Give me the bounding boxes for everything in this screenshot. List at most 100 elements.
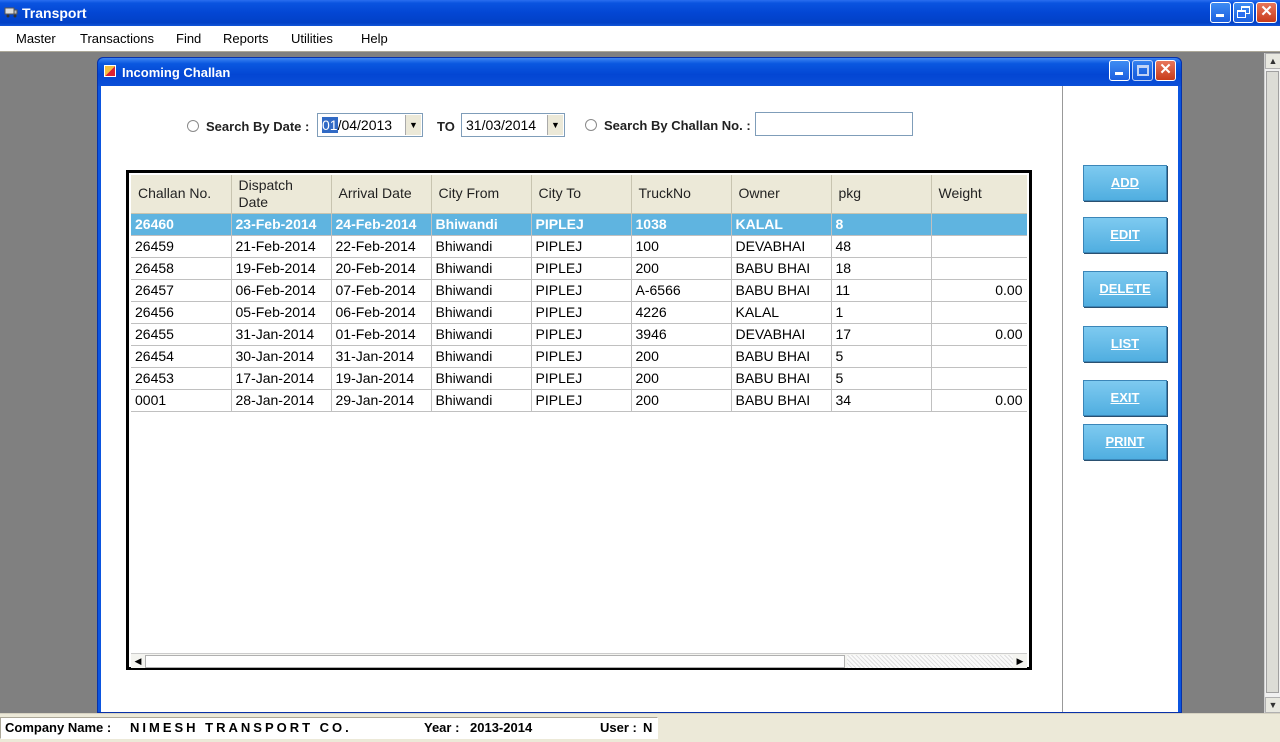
column-header[interactable]: Arrival Date	[331, 175, 432, 214]
window-title: Incoming Challan	[122, 65, 231, 80]
app-caption-buttons: ✕	[1210, 2, 1277, 23]
mdi-vertical-scrollbar[interactable]: ▲ ▼	[1264, 53, 1280, 713]
table-cell: 18	[831, 257, 932, 280]
table-cell: PIPLEJ	[531, 323, 632, 346]
table-row[interactable]: 26458 19-Feb-2014 20-Feb-2014 Bhiwandi PIPLE…	[131, 257, 1027, 280]
table-row[interactable]: 26453 17-Jan-2014 19-Jan-2014 Bhiwandi PIPLE…	[131, 367, 1027, 390]
table-row[interactable]: 26455 31-Jan-2014 01-Feb-2014 Bhiwandi PIPLE…	[131, 323, 1027, 346]
table-cell: 8	[831, 213, 932, 236]
table-cell: Bhiwandi	[431, 301, 532, 324]
table-header-row: Challan No. Dispatch Date Arrival Date C…	[131, 175, 1027, 214]
table-cell: 5	[831, 345, 932, 368]
column-header[interactable]: City To	[531, 175, 632, 214]
column-header[interactable]: Challan No.	[131, 175, 232, 214]
table-row[interactable]: 26457 06-Feb-2014 07-Feb-2014 Bhiwandi PIPLE…	[131, 279, 1027, 302]
table-cell: KALAL	[731, 301, 832, 324]
table-cell: 24-Feb-2014	[331, 213, 432, 236]
column-header[interactable]: Dispatch Date	[231, 175, 332, 214]
table-row[interactable]: 26454 30-Jan-2014 31-Jan-2014 Bhiwandi PIPLE…	[131, 345, 1027, 368]
maximize-icon	[1137, 65, 1149, 76]
table-cell: 1	[831, 301, 932, 324]
scroll-left-icon[interactable]: ◀	[132, 655, 144, 668]
restore-button[interactable]	[1233, 2, 1254, 23]
table-cell: 30-Jan-2014	[231, 345, 332, 368]
table-cell: Bhiwandi	[431, 279, 532, 302]
table-cell: BABU BHAI	[731, 279, 832, 302]
column-header[interactable]: TruckNo	[631, 175, 732, 214]
search-by-date-label: Search By Date :	[206, 119, 310, 134]
incoming-challan-window: Incoming Challan ✕ Search By Date : 01/0…	[97, 57, 1182, 713]
dropdown-arrow-icon[interactable]: ▼	[547, 115, 563, 135]
menu-transactions[interactable]: Transactions	[80, 31, 154, 46]
table-cell: Bhiwandi	[431, 257, 532, 280]
hscroll-track[interactable]	[847, 655, 1013, 668]
menu-reports[interactable]: Reports	[223, 31, 269, 46]
dropdown-arrow-icon[interactable]: ▼	[405, 115, 421, 135]
list-button[interactable]: LIST	[1083, 326, 1167, 362]
edit-button[interactable]: EDIT	[1083, 217, 1167, 253]
to-date-picker[interactable]: 31/03/2014 ▼	[461, 113, 565, 137]
year-value: 2013-2014	[470, 720, 533, 735]
table-cell: PIPLEJ	[531, 257, 632, 280]
table-row[interactable]: 0001 28-Jan-2014 29-Jan-2014 Bhiwandi PIPLEJ…	[131, 389, 1027, 412]
table-cell	[931, 235, 1027, 258]
table-cell: PIPLEJ	[531, 301, 632, 324]
table-cell: Bhiwandi	[431, 389, 532, 412]
column-header[interactable]: Weight	[931, 175, 1027, 214]
table-cell: PIPLEJ	[531, 389, 632, 412]
challan-number-input[interactable]	[755, 112, 913, 136]
table-cell: 4226	[631, 301, 732, 324]
minimize-button[interactable]	[1210, 2, 1231, 23]
table-cell: BABU BHAI	[731, 367, 832, 390]
close-icon: ✕	[1159, 61, 1172, 78]
menu-help[interactable]: Help	[361, 31, 388, 46]
window-close-button[interactable]: ✕	[1155, 60, 1176, 81]
column-header[interactable]: pkg	[831, 175, 932, 214]
print-button[interactable]: PRINT	[1083, 424, 1167, 460]
grid-horizontal-scrollbar[interactable]: ◀ ▶	[131, 653, 1027, 668]
scroll-right-icon[interactable]: ▶	[1014, 655, 1026, 668]
scroll-down-icon[interactable]: ▼	[1265, 697, 1280, 713]
delete-button[interactable]: DELETE	[1083, 271, 1167, 307]
scroll-up-icon[interactable]: ▲	[1265, 53, 1280, 69]
search-by-challan-radio[interactable]	[585, 119, 597, 131]
menu-master[interactable]: Master	[16, 31, 56, 46]
search-by-date-radio[interactable]	[187, 120, 199, 132]
table-cell: 26460	[131, 213, 232, 236]
table-cell: 200	[631, 345, 732, 368]
from-date-picker[interactable]: 01/04/2013 ▼	[317, 113, 423, 137]
table-cell: DEVABHAI	[731, 235, 832, 258]
table-cell: 100	[631, 235, 732, 258]
app-title: Transport	[22, 5, 87, 21]
table-cell: 21-Feb-2014	[231, 235, 332, 258]
table-cell: 05-Feb-2014	[231, 301, 332, 324]
table-row[interactable]: 26456 05-Feb-2014 06-Feb-2014 Bhiwandi PIPLE…	[131, 301, 1027, 324]
table-cell: 20-Feb-2014	[331, 257, 432, 280]
column-header[interactable]: City From	[431, 175, 532, 214]
company-name: NIMESH TRANSPORT CO.	[130, 720, 352, 735]
from-date-value: 01/04/2013	[322, 117, 392, 133]
grid-viewport: Challan No. Dispatch Date Arrival Date C…	[131, 175, 1027, 653]
exit-button[interactable]: EXIT	[1083, 380, 1167, 416]
scroll-thumb[interactable]	[1266, 71, 1279, 693]
table-cell: 26457	[131, 279, 232, 302]
column-header[interactable]: Owner	[731, 175, 832, 214]
close-button[interactable]: ✕	[1256, 2, 1277, 23]
table-cell	[931, 345, 1027, 368]
menu-bar: Master Transactions Find Reports Utiliti…	[0, 26, 1280, 52]
menu-find[interactable]: Find	[176, 31, 201, 46]
table-row[interactable]: 26459 21-Feb-2014 22-Feb-2014 Bhiwandi PIPLE…	[131, 235, 1027, 258]
menu-utilities[interactable]: Utilities	[291, 31, 333, 46]
table-cell: PIPLEJ	[531, 367, 632, 390]
hscroll-thumb[interactable]	[145, 655, 845, 668]
add-button[interactable]: ADD	[1083, 165, 1167, 201]
table-cell: 28-Jan-2014	[231, 389, 332, 412]
close-icon: ✕	[1260, 3, 1273, 20]
table-cell: 31-Jan-2014	[331, 345, 432, 368]
table-row[interactable]: 26460 23-Feb-2014 24-Feb-2014 Bhiwandi PIPLE…	[131, 213, 1027, 236]
window-minimize-button[interactable]	[1109, 60, 1130, 81]
table-cell: 07-Feb-2014	[331, 279, 432, 302]
challan-grid: Challan No. Dispatch Date Arrival Date C…	[126, 170, 1032, 670]
table-cell: 06-Feb-2014	[231, 279, 332, 302]
window-maximize-button[interactable]	[1132, 60, 1153, 81]
